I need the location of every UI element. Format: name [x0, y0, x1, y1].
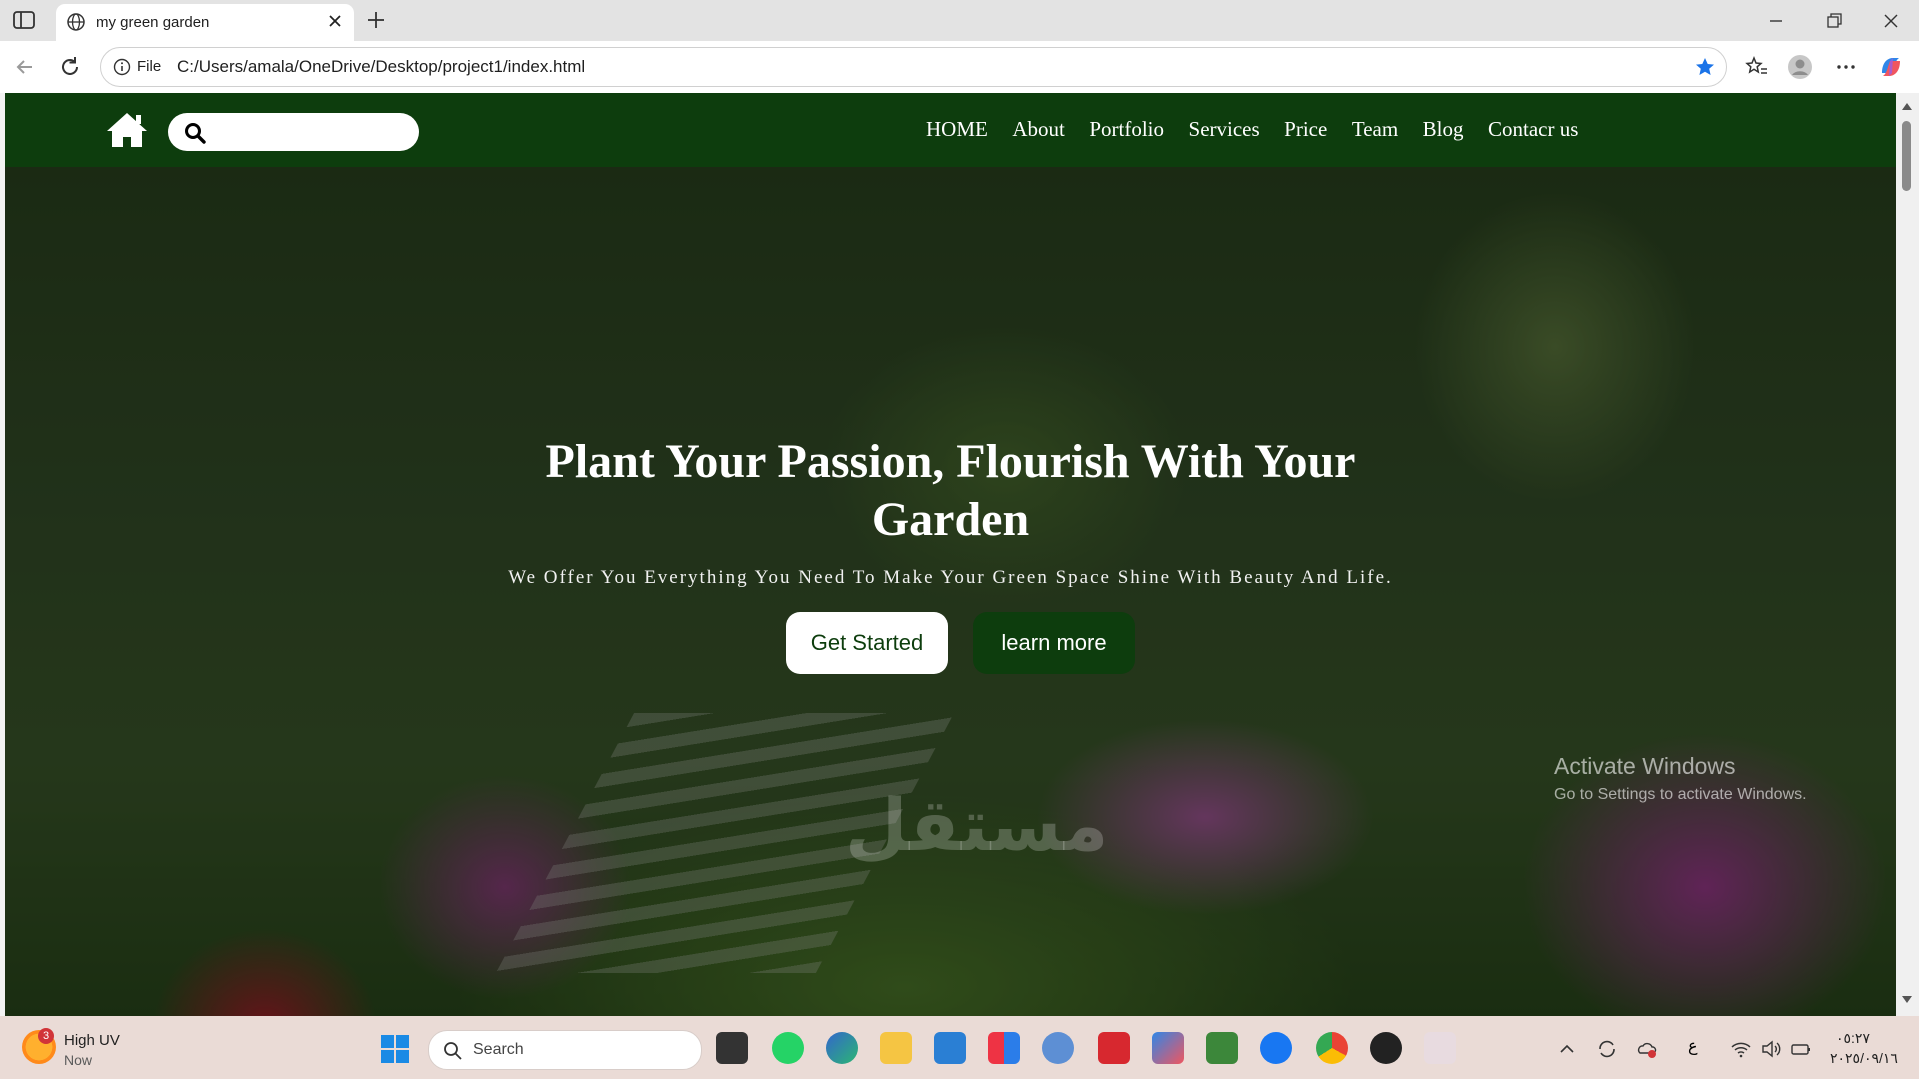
url-text[interactable]: C:/Users/amala/OneDrive/Desktop/project1… — [177, 57, 585, 77]
favorites-icon[interactable] — [1742, 53, 1770, 81]
get-started-button[interactable]: Get Started — [786, 612, 948, 674]
taskbar-search-placeholder: Search — [473, 1041, 524, 1058]
page-scrollbar[interactable] — [1896, 93, 1919, 1016]
windows-taskbar: 3 High UV Now Search ع ٠٥:٢٧ ٢٠٢٥/٠٩/١٦ — [0, 1016, 1919, 1079]
scroll-up-icon[interactable] — [1901, 101, 1913, 111]
weather-badge: 3 — [38, 1028, 54, 1044]
hero-title: Plant Your Passion, Flourish With Your G… — [5, 433, 1896, 549]
media-player-icon[interactable] — [1370, 1032, 1402, 1064]
activate-windows-notice: Activate Windows Go to Settings to activ… — [1554, 753, 1807, 804]
clock-time[interactable]: ٠٥:٢٧ — [1836, 1030, 1870, 1047]
onedrive-error-icon[interactable] — [1636, 1038, 1658, 1060]
activate-subtitle: Go to Settings to activate Windows. — [1554, 786, 1807, 803]
info-icon[interactable] — [113, 58, 131, 76]
app-settings-icon[interactable] — [1042, 1032, 1074, 1064]
search-icon — [444, 1042, 462, 1060]
hero-subtitle: We Offer You Everything You Need To Make… — [508, 567, 1393, 588]
back-icon[interactable] — [12, 54, 38, 80]
new-tab-icon[interactable] — [365, 9, 387, 31]
close-tab-icon[interactable] — [326, 12, 344, 30]
nav-portfolio[interactable]: Portfolio — [1089, 117, 1164, 142]
profile-icon[interactable] — [1786, 53, 1814, 81]
home-icon[interactable] — [105, 111, 149, 149]
weather-label[interactable]: High UV — [64, 1032, 120, 1049]
nav-price[interactable]: Price — [1284, 117, 1327, 142]
nodejs-icon[interactable] — [1206, 1032, 1238, 1064]
whatsapp-icon[interactable] — [772, 1032, 804, 1064]
scroll-down-icon[interactable] — [1901, 995, 1913, 1005]
nav-blog[interactable]: Blog — [1423, 117, 1464, 142]
nav-contact[interactable]: Contacr us — [1488, 117, 1578, 142]
globe-icon — [67, 13, 85, 31]
wifi-icon[interactable] — [1730, 1038, 1752, 1060]
hero-title-line-2: Garden — [871, 493, 1030, 546]
battery-icon[interactable] — [1790, 1038, 1812, 1060]
nav-home[interactable]: HOME — [926, 117, 988, 142]
browser-toolbar: File C:/Users/amala/OneDrive/Desktop/pro… — [0, 41, 1919, 93]
copilot-icon[interactable] — [1877, 53, 1905, 81]
nav-menu: HOME About Portfolio Services Price Team… — [926, 117, 1603, 142]
star-icon[interactable] — [1694, 56, 1716, 78]
windows-start-icon[interactable] — [380, 1034, 410, 1064]
close-window-icon[interactable] — [1878, 8, 1904, 34]
chevron-up-icon[interactable] — [1556, 1038, 1578, 1060]
volume-icon[interactable] — [1760, 1038, 1782, 1060]
clock-date[interactable]: ٢٠٢٥/٠٩/١٦ — [1830, 1050, 1898, 1067]
file-label: File — [137, 58, 162, 75]
search-icon — [185, 123, 206, 144]
activate-title: Activate Windows — [1554, 753, 1736, 779]
more-options-icon[interactable] — [1832, 53, 1860, 81]
browser-tab[interactable]: my green garden — [56, 4, 354, 41]
scroll-thumb[interactable] — [1902, 121, 1911, 191]
sync-icon[interactable] — [1596, 1038, 1618, 1060]
edge-icon[interactable] — [826, 1032, 858, 1064]
tab-strip: my green garden — [0, 0, 1919, 41]
site-search-input[interactable] — [168, 113, 419, 151]
reload-icon[interactable] — [57, 54, 83, 80]
store-icon[interactable] — [988, 1032, 1020, 1064]
page-viewport: HOME About Portfolio Services Price Team… — [5, 93, 1896, 1016]
chrome-icon[interactable] — [1316, 1032, 1348, 1064]
vscode-icon[interactable] — [934, 1032, 966, 1064]
learn-more-button[interactable]: learn more — [973, 612, 1135, 674]
minimize-icon[interactable] — [1763, 8, 1789, 34]
snipping-tool-icon[interactable] — [1424, 1032, 1456, 1064]
hero-title-line-1: Plant Your Passion, Flourish With Your — [545, 435, 1356, 488]
hero-overlay — [5, 167, 1896, 1016]
site-navbar: HOME About Portfolio Services Price Team… — [5, 93, 1896, 167]
weather-time: Now — [64, 1052, 93, 1068]
nav-about[interactable]: About — [1012, 117, 1065, 142]
mostaql-watermark: مستقل — [845, 783, 1109, 867]
address-bar[interactable]: File C:/Users/amala/OneDrive/Desktop/pro… — [100, 47, 1727, 87]
messenger-icon[interactable] — [1260, 1032, 1292, 1064]
language-indicator[interactable]: ع — [1688, 1036, 1710, 1058]
wps-icon[interactable] — [1098, 1032, 1130, 1064]
nav-services[interactable]: Services — [1189, 117, 1260, 142]
copilot-taskbar-icon[interactable] — [1152, 1032, 1184, 1064]
file-explorer-icon[interactable] — [880, 1032, 912, 1064]
task-view-icon[interactable] — [716, 1032, 748, 1064]
restore-icon[interactable] — [1821, 8, 1847, 34]
nav-team[interactable]: Team — [1352, 117, 1398, 142]
sidebar-toggle-icon[interactable] — [12, 10, 36, 30]
tab-title: my green garden — [96, 14, 210, 31]
taskbar-search[interactable]: Search — [428, 1030, 702, 1070]
